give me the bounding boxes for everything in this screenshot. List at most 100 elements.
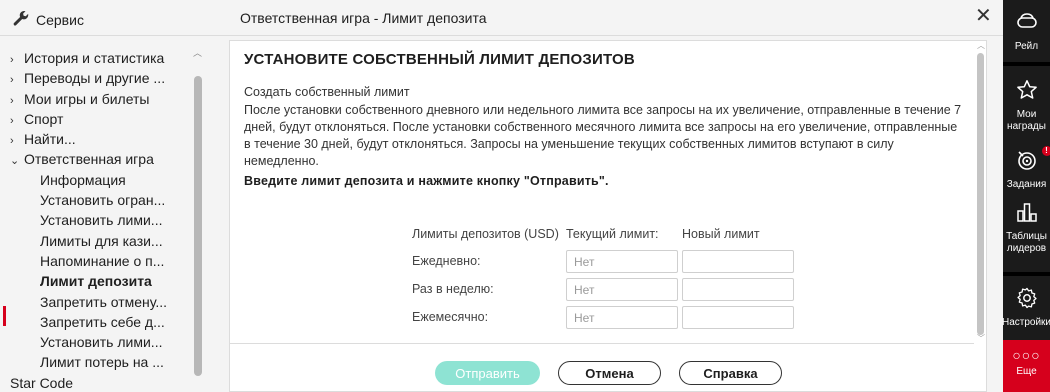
limits-table: Лимиты депозитов (USD) Текущий лимит: Но… bbox=[412, 227, 798, 331]
content-scrollbar[interactable]: ︿ ﹀ bbox=[974, 41, 987, 347]
new-limit-monthly-input[interactable] bbox=[682, 305, 794, 329]
leaderboard-icon bbox=[1015, 200, 1039, 231]
sidebar-item-label: Установить лими... bbox=[40, 212, 163, 229]
top-bar: Сервис Ответственная игра - Лимит депози… bbox=[0, 0, 1003, 36]
content-scroll-thumb[interactable] bbox=[977, 53, 984, 335]
rail-label: Рейл bbox=[1014, 41, 1039, 52]
sidebar-item-label: Лимит депозита bbox=[40, 273, 152, 290]
sidebar-item-label: Лимиты для кази... bbox=[40, 232, 163, 249]
current-limit-daily: Нет bbox=[566, 249, 678, 273]
sidebar-item-label: Запретить себе д... bbox=[40, 313, 165, 330]
divider bbox=[230, 343, 974, 344]
main-panel: УСТАНОВИТЕ СОБСТВЕННЫЙ ЛИМИТ ДЕПОЗИТОВ С… bbox=[229, 40, 987, 392]
scroll-up-icon[interactable]: ︿ bbox=[193, 46, 202, 59]
sidebar-item[interactable]: › История и статистика bbox=[0, 48, 190, 68]
sidebar-item-label: Переводы и другие ... bbox=[24, 70, 166, 87]
help-button[interactable]: Справка bbox=[679, 361, 782, 385]
my-rewards-button[interactable]: Мои награды bbox=[1003, 78, 1050, 133]
page-title: УСТАНОВИТЕ СОБСТВЕННЫЙ ЛИМИТ ДЕПОЗИТОВ bbox=[244, 51, 635, 68]
col-new: Новый лимит bbox=[682, 227, 760, 241]
new-limit-weekly-input[interactable] bbox=[682, 277, 794, 301]
more-label: Еще bbox=[1016, 366, 1037, 377]
sidebar-list: › История и статистика › Переводы и другие … bbox=[0, 48, 190, 392]
col-current: Текущий лимит: bbox=[566, 227, 659, 241]
sidebar-item[interactable]: Лимит депозита bbox=[0, 271, 190, 291]
more-button[interactable]: ○○○ Еще bbox=[1003, 340, 1050, 392]
star-icon bbox=[1015, 78, 1039, 109]
right-rail: Рейл Мои награды ! Задания Таблицы лидер… bbox=[1001, 0, 1050, 392]
window-title: Ответственная игра - Лимит депозита bbox=[240, 10, 487, 26]
description: После установки собственного дневного ил… bbox=[244, 103, 962, 168]
rail-label: Мои награды bbox=[1007, 109, 1046, 132]
rail-button[interactable]: Рейл bbox=[1003, 10, 1050, 53]
sidebar-item[interactable]: Установить лими... bbox=[0, 210, 190, 230]
current-limit-monthly: Нет bbox=[566, 305, 678, 329]
sidebar-item-label: Лимит потерь на ... bbox=[40, 354, 164, 371]
new-limit-daily-input[interactable] bbox=[682, 249, 794, 273]
close-icon[interactable]: ✕ bbox=[975, 6, 992, 26]
notification-badge: ! bbox=[1041, 146, 1050, 156]
sidebar-item[interactable]: Установить огран... bbox=[0, 190, 190, 210]
sidebar-scroll-thumb[interactable] bbox=[194, 76, 202, 376]
sidebar-item-label: Спорт bbox=[24, 110, 64, 127]
chevron-right-icon: › bbox=[10, 114, 14, 127]
rail-separator bbox=[1003, 272, 1050, 276]
sidebar-item-label: Информация bbox=[40, 171, 126, 188]
sidebar-item[interactable]: ⌄ Ответственная игра bbox=[0, 149, 190, 169]
sidebar-item-label: Установить лими... bbox=[40, 334, 163, 351]
col-label: Лимиты депозитов (USD) bbox=[412, 227, 559, 241]
scroll-up-icon[interactable]: ︿ bbox=[977, 40, 985, 51]
gear-icon bbox=[1015, 286, 1039, 317]
content-area: УСТАНОВИТЕ СОБСТВЕННЫЙ ЛИМИТ ДЕПОЗИТОВ С… bbox=[244, 51, 964, 188]
scroll-down-icon[interactable]: ﹀ bbox=[977, 333, 985, 344]
settings-button[interactable]: Настройки bbox=[1001, 286, 1050, 329]
rail-separator bbox=[1003, 62, 1050, 66]
rail-icon bbox=[1015, 10, 1039, 41]
rail-label: Настройки bbox=[1001, 317, 1050, 328]
sidebar-item[interactable]: Star Code bbox=[0, 373, 190, 392]
sidebar-item-label: Ответственная игра bbox=[24, 151, 154, 168]
chevron-right-icon: › bbox=[10, 54, 14, 66]
limit-row-daily: Ежедневно: Нет bbox=[412, 247, 798, 275]
service-menu[interactable]: Сервис bbox=[12, 9, 84, 30]
more-dots-icon: ○○○ bbox=[1012, 347, 1041, 363]
send-button[interactable]: Отправить bbox=[435, 361, 540, 385]
sidebar-item-label: Напоминание о п... bbox=[40, 252, 165, 269]
instruction: Введите лимит депозита и нажмите кнопку … bbox=[244, 174, 609, 188]
sidebar: › История и статистика › Переводы и другие … bbox=[0, 36, 214, 392]
sidebar-item[interactable]: Напоминание о п... bbox=[0, 251, 190, 271]
limits-header: Лимиты депозитов (USD) Текущий лимит: Но… bbox=[412, 227, 798, 243]
sidebar-item-label: Мои игры и билеты bbox=[24, 90, 150, 107]
wrench-icon bbox=[12, 9, 30, 30]
sidebar-item[interactable]: Запретить отмену... bbox=[0, 292, 190, 312]
sidebar-item[interactable]: Лимиты для кази... bbox=[0, 231, 190, 251]
cancel-button[interactable]: Отмена bbox=[558, 361, 661, 385]
service-label: Сервис bbox=[36, 11, 84, 28]
sidebar-item[interactable]: › Мои игры и билеты bbox=[0, 89, 190, 109]
chevron-right-icon: › bbox=[10, 94, 14, 107]
chevron-down-icon: ⌄ bbox=[10, 155, 20, 168]
sidebar-item-label: Установить огран... bbox=[40, 192, 166, 209]
sidebar-item[interactable]: Лимит потерь на ... bbox=[0, 352, 190, 372]
sidebar-item[interactable]: › Спорт bbox=[0, 109, 190, 129]
target-icon: ! bbox=[1015, 146, 1050, 179]
leaderboards-button[interactable]: Таблицы лидеров bbox=[1003, 200, 1050, 255]
sidebar-item[interactable]: › Найти... bbox=[0, 129, 190, 149]
sidebar-item[interactable]: Установить лими... bbox=[0, 332, 190, 352]
sidebar-item[interactable]: › Переводы и другие ... bbox=[0, 68, 190, 88]
sidebar-item[interactable]: Запретить себе д... bbox=[0, 312, 190, 332]
limit-row-label: Ежемесячно: bbox=[412, 310, 489, 324]
sidebar-scrollbar[interactable]: ︿ bbox=[192, 46, 204, 392]
sidebar-item[interactable]: Информация bbox=[0, 170, 190, 190]
sidebar-item-label: Найти... bbox=[24, 131, 76, 148]
rail-label: Таблицы лидеров bbox=[1006, 231, 1047, 254]
chevron-right-icon: › bbox=[10, 135, 14, 148]
sidebar-item-label: История и статистика bbox=[24, 50, 165, 66]
tasks-button[interactable]: ! Задания bbox=[1003, 146, 1050, 191]
button-bar: Отправить Отмена Справка bbox=[435, 361, 782, 385]
limit-row-weekly: Раз в неделю: Нет bbox=[412, 275, 798, 303]
limit-row-label: Раз в неделю: bbox=[412, 282, 494, 296]
sidebar-item-label: Star Code bbox=[10, 374, 74, 391]
rail-label: Задания bbox=[1006, 179, 1047, 190]
sidebar-item-label: Запретить отмену... bbox=[40, 293, 168, 310]
